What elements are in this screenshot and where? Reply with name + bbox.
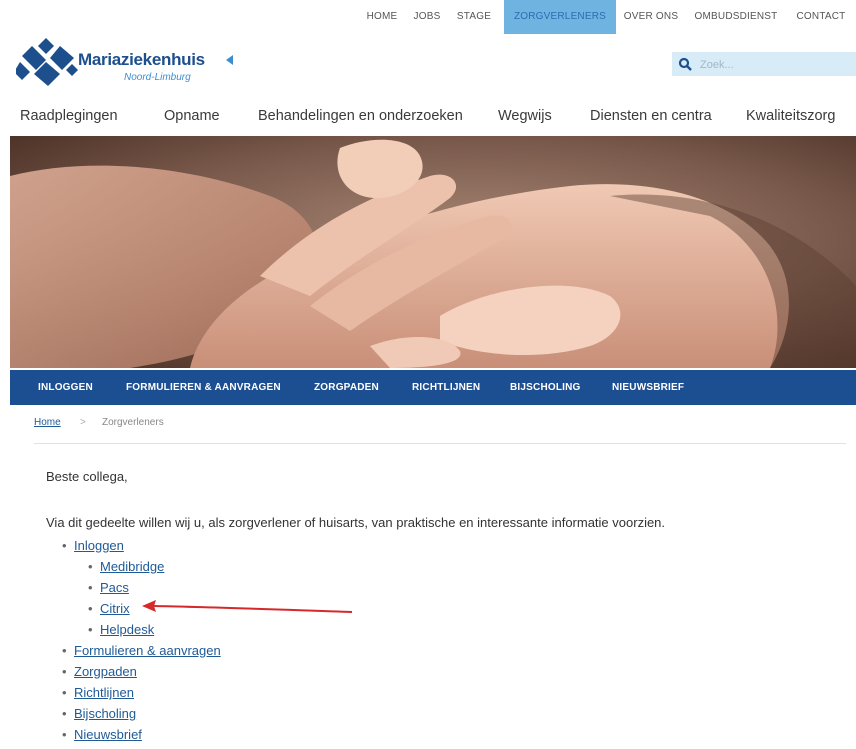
main-nav-wegwijs[interactable]: Wegwijs xyxy=(498,108,552,124)
list-item-richtlijnen: • Richtlijnen xyxy=(62,685,134,700)
hospital-logo[interactable]: Mariaziekenhuis Noord-Limburg xyxy=(16,36,246,88)
logo-arrow-icon xyxy=(226,55,233,65)
bullet: • xyxy=(62,538,67,553)
bullet: • xyxy=(88,601,93,616)
annotation-arrow-icon xyxy=(142,600,353,613)
logo-subtitle: Noord-Limburg xyxy=(124,72,191,83)
bullet: • xyxy=(62,685,67,700)
list-item-citrix: • Citrix xyxy=(88,601,130,616)
content-divider xyxy=(34,443,846,444)
zorgverleners-subnav: INLOGGEN FORMULIEREN & AANVRAGEN ZORGPAD… xyxy=(10,370,856,405)
cross-logo-icon xyxy=(16,38,78,86)
top-nav-jobs[interactable]: JOBS xyxy=(410,0,444,34)
breadcrumb-separator: > xyxy=(80,417,86,428)
list-item-pacs: • Pacs xyxy=(88,580,129,595)
bullet: • xyxy=(88,622,93,637)
main-nav-raadplegingen[interactable]: Raadplegingen xyxy=(20,108,118,124)
link-pacs[interactable]: Pacs xyxy=(100,580,129,595)
link-zorgpaden[interactable]: Zorgpaden xyxy=(74,664,137,679)
link-helpdesk[interactable]: Helpdesk xyxy=(100,622,154,637)
top-navigation: HOME JOBS STAGE ZORGVERLENERS OVER ONS O… xyxy=(0,0,856,34)
bullet: • xyxy=(88,559,93,574)
subnav-formulieren[interactable]: FORMULIEREN & AANVRAGEN xyxy=(126,370,281,405)
link-nieuwsbrief[interactable]: Nieuwsbrief xyxy=(74,727,142,742)
top-nav-stage[interactable]: STAGE xyxy=(454,0,494,34)
search-input[interactable] xyxy=(698,55,852,75)
main-nav-diensten[interactable]: Diensten en centra xyxy=(590,108,712,124)
subnav-inloggen[interactable]: INLOGGEN xyxy=(38,370,93,405)
list-item-bijscholing: • Bijscholing xyxy=(62,706,136,721)
subnav-bijscholing[interactable]: BIJSCHOLING xyxy=(510,370,581,405)
link-citrix[interactable]: Citrix xyxy=(100,601,130,616)
top-nav-home[interactable]: HOME xyxy=(362,0,402,34)
search-box[interactable] xyxy=(672,52,856,76)
list-item-nieuwsbrief: • Nieuwsbrief xyxy=(62,727,142,742)
link-formulieren[interactable]: Formulieren & aanvragen xyxy=(74,643,221,658)
top-nav-ombudsdienst[interactable]: OMBUDSDIENST xyxy=(688,0,784,34)
main-navigation: Raadplegingen Opname Behandelingen en on… xyxy=(0,104,856,134)
breadcrumb-current: Zorgverleners xyxy=(102,417,164,428)
intro-text: Via dit gedeelte willen wij u, als zorgv… xyxy=(46,515,666,530)
bullet: • xyxy=(62,727,67,742)
subnav-zorgpaden[interactable]: ZORGPADEN xyxy=(314,370,379,405)
list-item-medibridge: • Medibridge xyxy=(88,559,164,574)
main-nav-behandelingen[interactable]: Behandelingen en onderzoeken xyxy=(258,108,463,124)
bullet: • xyxy=(88,580,93,595)
list-item-formulieren: • Formulieren & aanvragen xyxy=(62,643,221,658)
top-nav-over-ons[interactable]: OVER ONS xyxy=(622,0,680,34)
bullet: • xyxy=(62,643,67,658)
list-item-zorgpaden: • Zorgpaden xyxy=(62,664,137,679)
list-item-helpdesk: • Helpdesk xyxy=(88,622,154,637)
link-richtlijnen[interactable]: Richtlijnen xyxy=(74,685,134,700)
subnav-richtlijnen[interactable]: RICHTLIJNEN xyxy=(412,370,480,405)
top-nav-contact[interactable]: CONTACT xyxy=(792,0,850,34)
link-bijscholing[interactable]: Bijscholing xyxy=(74,706,136,721)
bullet: • xyxy=(62,706,67,721)
top-nav-zorgverleners[interactable]: ZORGVERLENERS xyxy=(504,0,616,34)
link-inloggen[interactable]: Inloggen xyxy=(74,538,124,553)
hero-image xyxy=(10,136,856,368)
hands-photo xyxy=(10,136,856,368)
main-nav-opname[interactable]: Opname xyxy=(164,108,220,124)
bullet: • xyxy=(62,664,67,679)
logo-name: Mariaziekenhuis xyxy=(78,50,205,69)
main-nav-kwaliteitszorg[interactable]: Kwaliteitszorg xyxy=(746,108,835,124)
link-medibridge[interactable]: Medibridge xyxy=(100,559,164,574)
subnav-nieuwsbrief[interactable]: NIEUWSBRIEF xyxy=(612,370,684,405)
search-icon[interactable] xyxy=(678,57,692,71)
greeting-text: Beste collega, xyxy=(46,469,128,484)
list-item-inloggen: • Inloggen xyxy=(62,538,124,553)
breadcrumb-home-link[interactable]: Home xyxy=(34,417,61,428)
